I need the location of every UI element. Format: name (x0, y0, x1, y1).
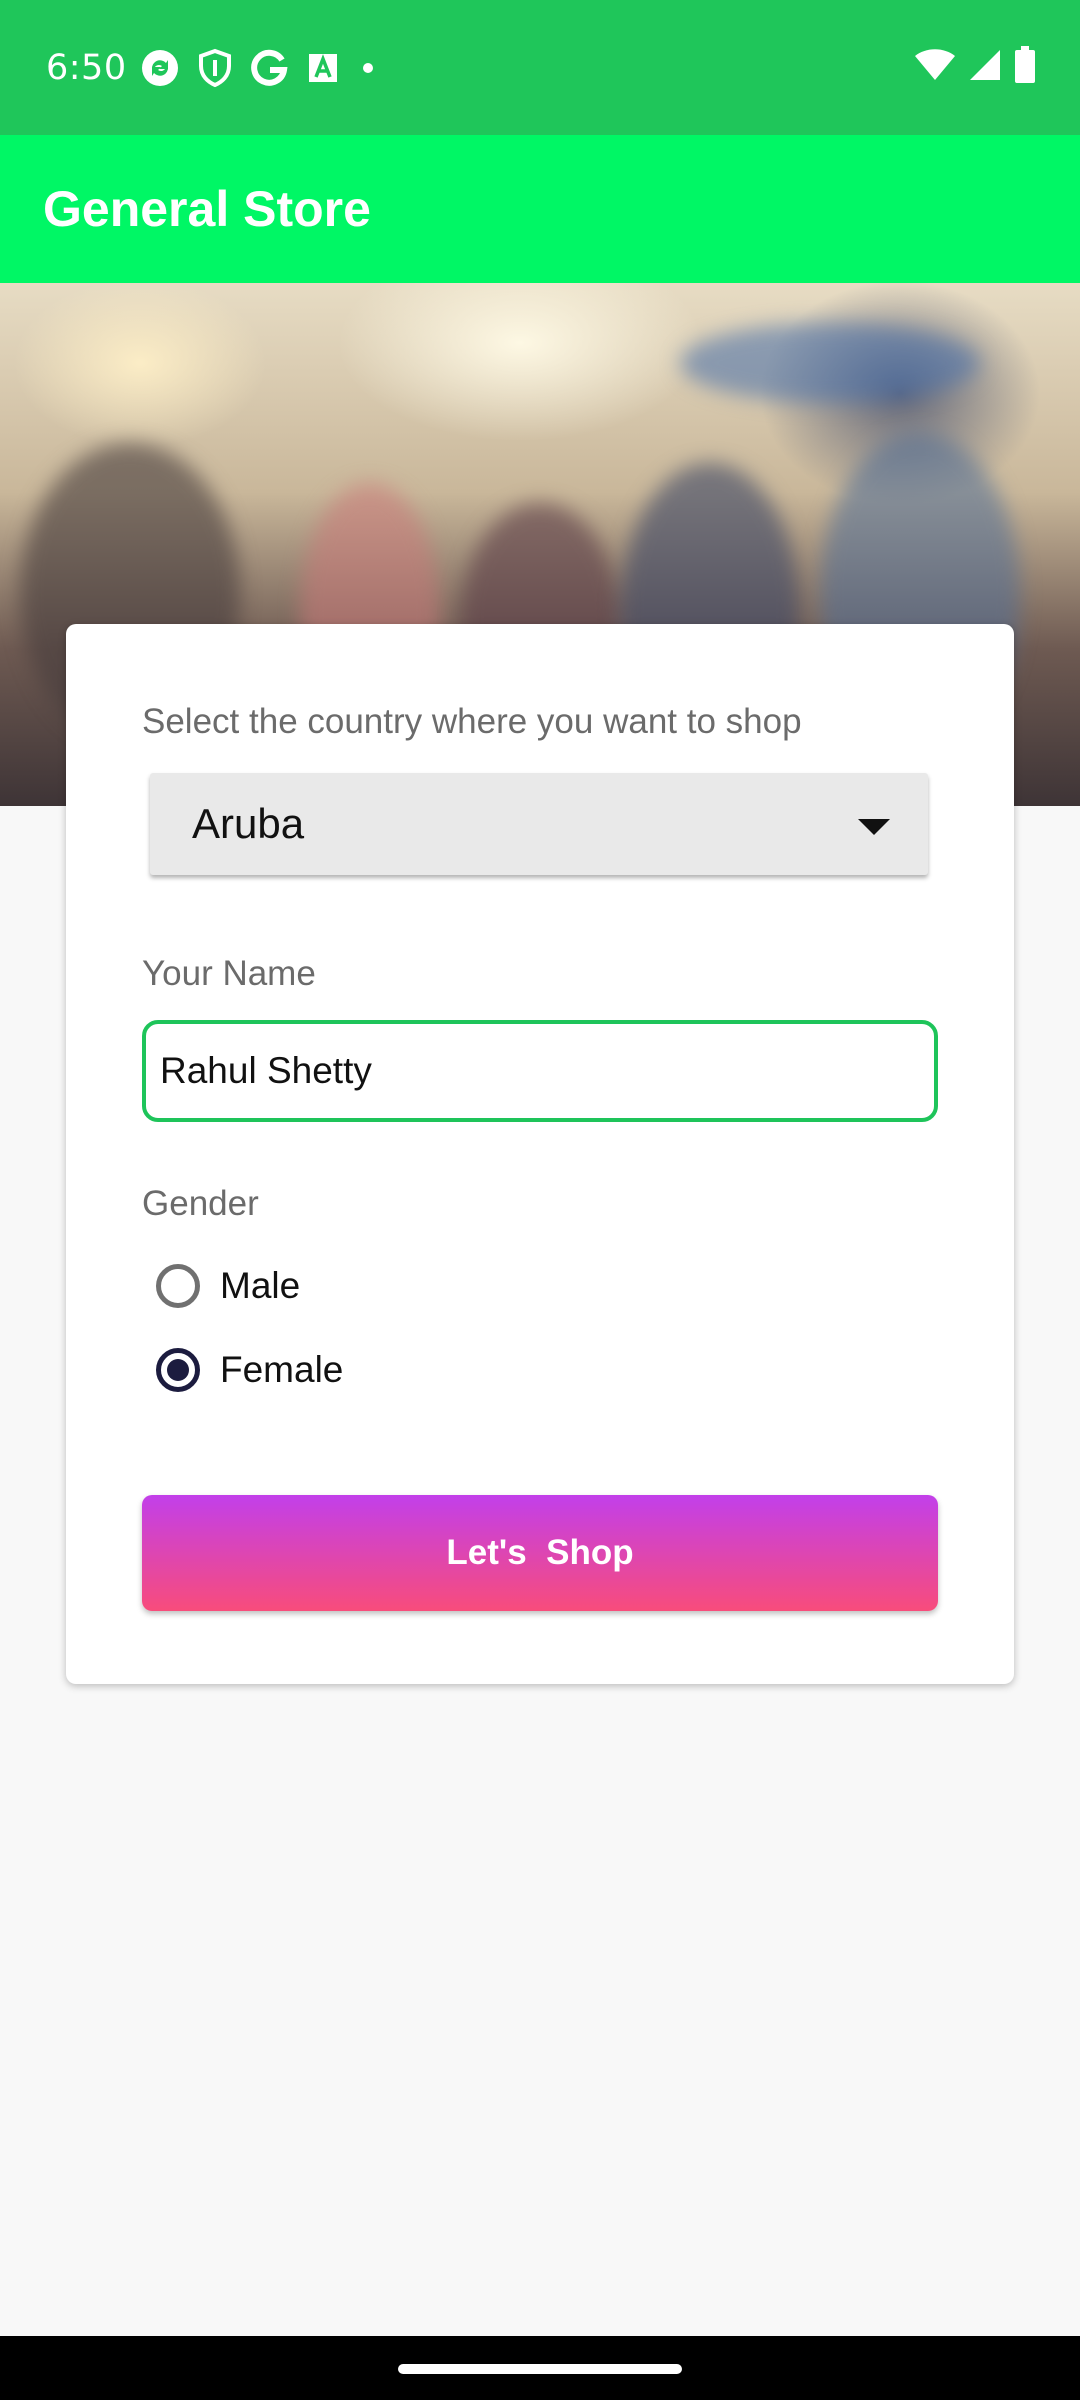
sync-icon (142, 50, 178, 86)
app-bar: General Store (0, 135, 1080, 283)
status-time: 6:50 (46, 48, 127, 88)
gender-option-label: Male (220, 1265, 301, 1306)
dot-icon (363, 63, 373, 73)
navigation-bar (0, 2336, 1080, 2400)
radio-checked-icon[interactable] (156, 1348, 200, 1392)
radio-unchecked-icon[interactable] (156, 1264, 200, 1308)
gender-radio-male[interactable]: Male (156, 1264, 300, 1308)
notification-icons (140, 48, 378, 88)
home-indicator[interactable] (398, 2364, 682, 2374)
shield-icon (199, 48, 231, 88)
system-icons (914, 46, 1036, 84)
google-icon (251, 49, 288, 86)
font-icon (309, 54, 337, 82)
name-label: Your Name (142, 954, 316, 993)
store-form-card: Select the country where you want to sho… (66, 624, 1014, 1684)
radio-selected-dot (167, 1359, 189, 1381)
country-label: Select the country where you want to sho… (142, 702, 802, 741)
country-dropdown[interactable]: Aruba (150, 773, 928, 875)
wifi-icon (915, 49, 955, 80)
gender-radio-female[interactable]: Female (156, 1348, 343, 1392)
country-selected-value: Aruba (192, 800, 305, 847)
battery-icon (1015, 46, 1035, 83)
name-input[interactable] (142, 1020, 938, 1122)
dropdown-arrow-icon (858, 819, 890, 835)
app-title: General Store (43, 181, 371, 237)
lets-shop-button[interactable]: Let's Shop (142, 1495, 938, 1611)
gender-option-label: Female (220, 1349, 344, 1390)
gender-label: Gender (142, 1184, 259, 1223)
signal-icon (970, 50, 1000, 80)
status-bar: 6:50 (0, 0, 1080, 135)
